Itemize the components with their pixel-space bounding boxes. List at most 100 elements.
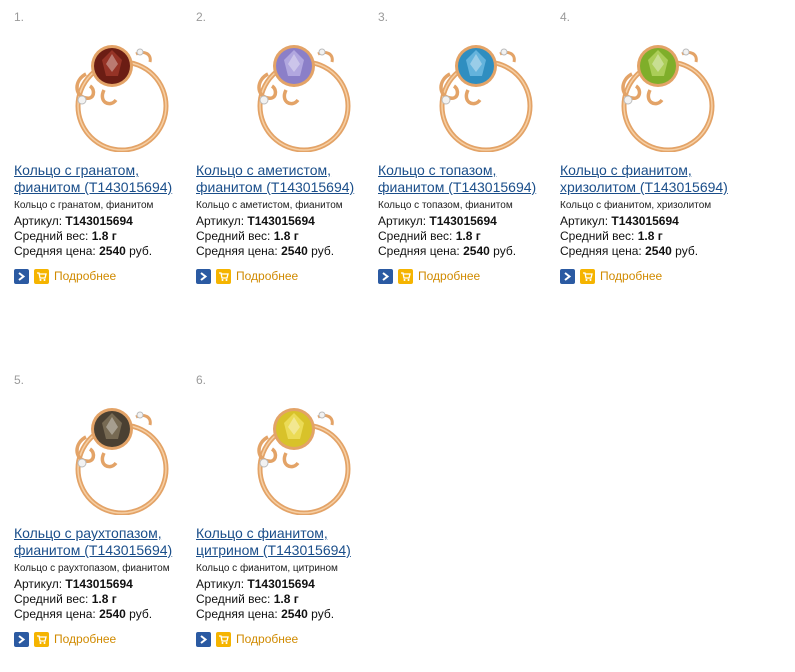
product-actions: Подробнее [378,268,480,284]
product-title-link[interactable]: Кольцо с раухтопазом, фианитом (Т1430156… [14,525,196,559]
product-article: Артикул: Т143015694 [14,214,133,228]
product-title-link[interactable]: Кольцо с гранатом, фианитом (Т143015694) [14,162,196,196]
article-label: Артикул: [196,577,245,591]
product-image[interactable] [598,24,728,152]
article-value: Т143015694 [247,577,315,591]
cart-icon[interactable] [34,631,49,647]
weight-label: Средний вес: [14,229,89,243]
product-title-line2: фианитом (Т143015694) [196,179,355,195]
product-actions: Подробнее [560,268,662,284]
price-label: Средняя цена: [196,607,278,621]
weight-label: Средний вес: [196,229,271,243]
weight-value: 1.8 г [455,229,481,243]
product-title-link[interactable]: Кольцо с топазом, фианитом (Т143015694) [378,162,560,196]
price-value: 2540 [99,607,126,621]
product-article: Артикул: Т143015694 [196,577,315,591]
product-price: Средняя цена: 2540 руб. [14,244,152,258]
ring-image [621,45,715,152]
more-details-link[interactable]: Подробнее [54,632,116,646]
product-image[interactable] [52,24,182,152]
product-title-line2: фианитом (Т143015694) [378,179,537,195]
product-price: Средняя цена: 2540 руб. [196,244,334,258]
product-title-line2: фианитом (Т143015694) [14,179,173,195]
weight-value: 1.8 г [273,592,299,606]
price-label: Средняя цена: [196,244,278,258]
product-description: Кольцо с топазом, фианитом [378,200,513,211]
product-price: Средняя цена: 2540 руб. [196,607,334,621]
product-actions: Подробнее [196,268,298,284]
product-article: Артикул: Т143015694 [560,214,679,228]
product-description: Кольцо с раухтопазом, фианитом [14,563,170,574]
product-description: Кольцо с фианитом, цитрином [196,563,338,574]
product-price: Средняя цена: 2540 руб. [14,607,152,621]
product-number: 4. [560,10,571,24]
price-label: Средняя цена: [378,244,460,258]
article-label: Артикул: [14,577,63,591]
ring-image [75,408,169,515]
product-weight: Средний вес: 1.8 г [196,229,299,243]
price-currency: руб. [675,244,699,258]
article-label: Артикул: [14,214,63,228]
chevron-right-icon[interactable] [378,268,393,284]
chevron-right-icon[interactable] [196,268,211,284]
more-details-link[interactable]: Подробнее [236,632,298,646]
product-title-line1: Кольцо с гранатом, [14,162,139,178]
product-image[interactable] [234,24,364,152]
product-number: 1. [14,10,25,24]
chevron-right-icon[interactable] [196,631,211,647]
product-number: 2. [196,10,207,24]
article-value: Т143015694 [429,214,497,228]
price-value: 2540 [281,607,308,621]
product-title-line1: Кольцо с аметистом, [196,162,332,178]
product-description: Кольцо с гранатом, фианитом [14,200,154,211]
product-number: 3. [378,10,389,24]
more-details-link[interactable]: Подробнее [418,269,480,283]
product-weight: Средний вес: 1.8 г [14,592,117,606]
product-actions: Подробнее [196,631,298,647]
weight-value: 1.8 г [273,229,299,243]
product-title-link[interactable]: Кольцо с аметистом, фианитом (Т143015694… [196,162,378,196]
product-title-link[interactable]: Кольцо с фианитом, цитрином (Т143015694) [196,525,378,559]
product-number: 6. [196,373,207,387]
product-description: Кольцо с фианитом, хризолитом [560,200,712,211]
ring-image [257,45,351,152]
more-details-link[interactable]: Подробнее [600,269,662,283]
cart-icon[interactable] [34,268,49,284]
weight-label: Средний вес: [378,229,453,243]
price-currency: руб. [311,607,335,621]
more-details-link[interactable]: Подробнее [54,269,116,283]
cart-icon[interactable] [398,268,413,284]
article-label: Артикул: [560,214,609,228]
chevron-right-icon[interactable] [560,268,575,284]
product-image[interactable] [416,24,546,152]
article-value: Т143015694 [65,214,133,228]
price-currency: руб. [129,244,153,258]
product-article: Артикул: Т143015694 [196,214,315,228]
more-details-link[interactable]: Подробнее [236,269,298,283]
price-value: 2540 [281,244,308,258]
product-article: Артикул: Т143015694 [14,577,133,591]
weight-value: 1.8 г [91,592,117,606]
product-description: Кольцо с аметистом, фианитом [196,200,343,211]
cart-icon[interactable] [580,268,595,284]
cart-icon[interactable] [216,268,231,284]
article-value: Т143015694 [65,577,133,591]
price-value: 2540 [645,244,672,258]
product-image[interactable] [52,387,182,515]
product-title-line1: Кольцо с фианитом, [196,525,328,541]
product-article: Артикул: Т143015694 [378,214,497,228]
product-image[interactable] [234,387,364,515]
article-label: Артикул: [378,214,427,228]
product-title-line2: хризолитом (Т143015694) [560,179,728,195]
product-title-line2: фианитом (Т143015694) [14,542,173,558]
price-currency: руб. [493,244,517,258]
cart-icon[interactable] [216,631,231,647]
price-label: Средняя цена: [14,244,96,258]
ring-image [75,45,169,152]
ring-image [439,45,533,152]
chevron-right-icon[interactable] [14,268,29,284]
product-title-link[interactable]: Кольцо с фианитом, хризолитом (Т14301569… [560,162,742,196]
chevron-right-icon[interactable] [14,631,29,647]
product-title-line1: Кольцо с раухтопазом, [14,525,162,541]
price-value: 2540 [99,244,126,258]
